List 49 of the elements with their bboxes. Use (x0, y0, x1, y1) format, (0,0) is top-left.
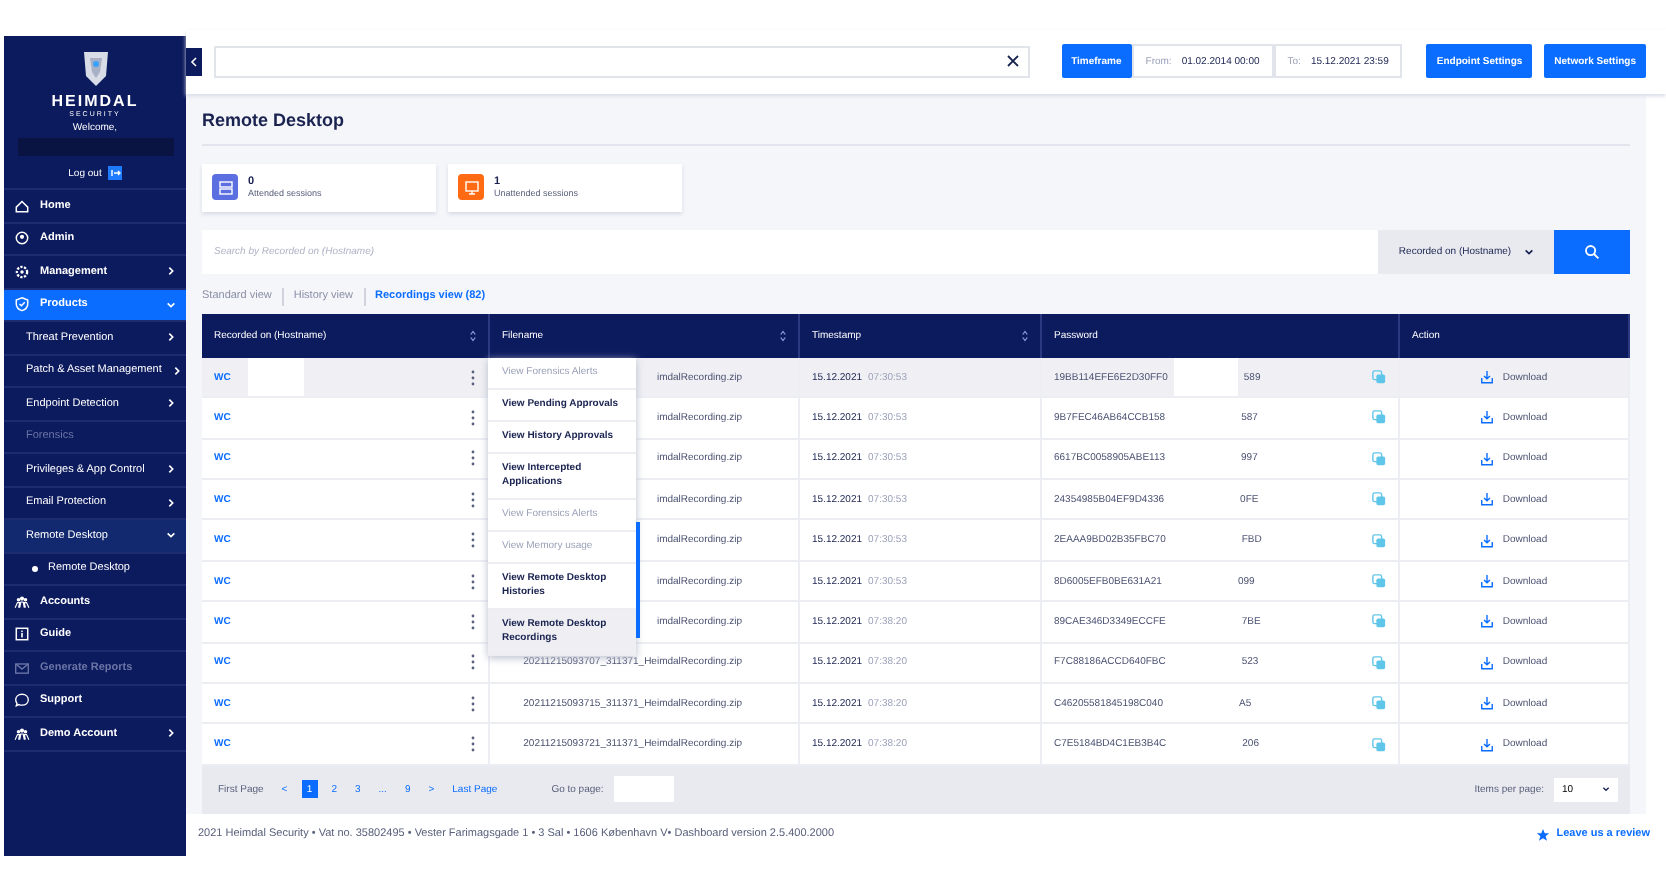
bullet-icon (32, 565, 38, 572)
collapse-sidebar-button[interactable] (186, 47, 202, 76)
download-icon (1480, 737, 1495, 752)
caret-icon (1523, 247, 1534, 256)
brand-name: HEIMDAL (51, 92, 139, 110)
kebab-menu-icon[interactable] (470, 654, 476, 671)
download-icon (1480, 533, 1495, 548)
shield-logo-icon (79, 48, 111, 88)
chevron-left-icon (189, 55, 198, 68)
kebab-menu-icon[interactable] (470, 613, 476, 630)
download-icon (1480, 492, 1495, 507)
people-icon (14, 725, 30, 742)
info-icon (14, 626, 30, 643)
search-button[interactable] (1554, 229, 1630, 274)
sort-icon[interactable] (1022, 329, 1028, 342)
sort-icon[interactable] (470, 329, 476, 342)
download-icon (1480, 696, 1495, 711)
download-icon (1480, 451, 1495, 466)
star-icon (1536, 827, 1551, 842)
kebab-menu-icon[interactable] (470, 450, 476, 467)
scrollbar-thumb[interactable] (636, 521, 640, 638)
page-title: Remote Desktop (202, 109, 1630, 146)
gear-icon (14, 263, 30, 280)
download-icon (1480, 574, 1495, 588)
logout-icon (107, 166, 122, 180)
shield-check-icon (14, 296, 30, 313)
caret-icon (1602, 786, 1610, 793)
search-field[interactable] (213, 45, 1030, 78)
kebab-menu-icon[interactable] (470, 573, 476, 589)
kebab-menu-icon[interactable] (470, 695, 476, 712)
redaction-block (248, 357, 305, 397)
kebab-menu-icon[interactable] (470, 409, 476, 426)
kebab-menu-icon[interactable] (470, 491, 476, 508)
home-icon (14, 197, 30, 214)
kebab-menu-icon[interactable] (470, 736, 476, 753)
kebab-menu-icon[interactable] (470, 369, 476, 386)
download-icon (1480, 614, 1495, 629)
download-icon (1480, 655, 1495, 670)
kebab-menu-icon[interactable] (470, 532, 476, 549)
sort-icon[interactable] (780, 329, 786, 342)
search-icon (1584, 243, 1600, 260)
close-icon[interactable] (1005, 54, 1020, 69)
chat-icon (14, 692, 30, 709)
download-icon (1480, 410, 1495, 425)
redaction-block (1173, 357, 1238, 397)
download-icon (1480, 370, 1495, 385)
user-icon (14, 230, 30, 247)
envelope-icon (14, 659, 30, 676)
people-icon (14, 593, 30, 610)
